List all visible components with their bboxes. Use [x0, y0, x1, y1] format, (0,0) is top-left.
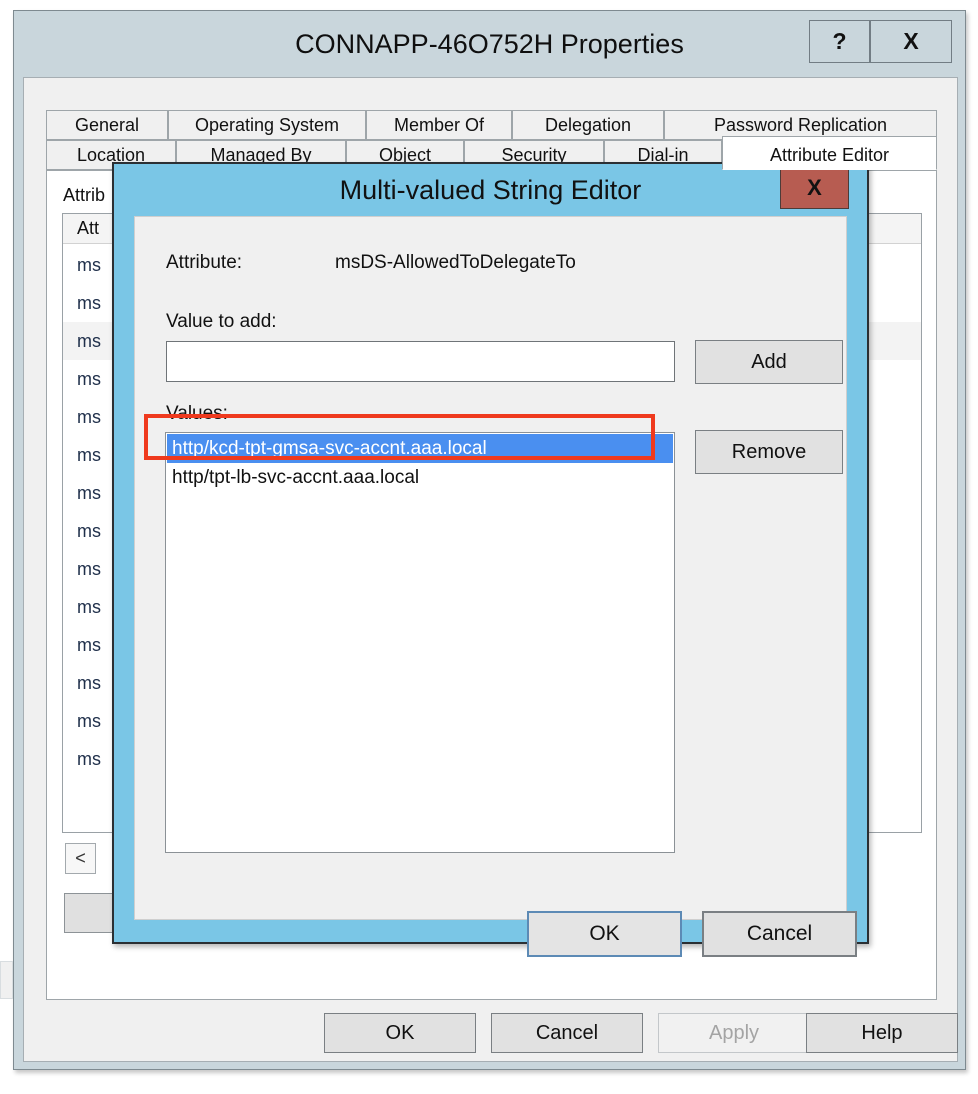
tab-operating-system[interactable]: Operating System — [168, 110, 366, 140]
attribute-label: Attribute: — [166, 252, 243, 273]
apply-button: Apply — [658, 1013, 810, 1053]
tab-strip: General Operating System Member Of Deleg… — [46, 110, 937, 170]
modal-cancel-button[interactable]: Cancel — [702, 911, 857, 957]
attributes-label: Attrib — [63, 185, 106, 205]
values-listbox[interactable]: http/kcd-tpt-gmsa-svc-accnt.aaa.local ht… — [165, 432, 675, 853]
modal-ok-button[interactable]: OK — [527, 911, 682, 957]
value-to-add-label: Value to add: — [166, 311, 277, 332]
attributes-column-header: Att — [77, 218, 100, 238]
modal-body: Attribute: msDS-AllowedToDelegateTo Valu… — [134, 216, 857, 957]
window-titlebar[interactable]: CONNAPP-46O752H Properties ? X — [14, 11, 965, 77]
scroll-left-icon[interactable]: < — [65, 843, 96, 874]
add-button[interactable]: Add — [695, 340, 843, 384]
modal-title: Multi-valued String Editor — [339, 175, 642, 205]
cancel-button[interactable]: Cancel — [491, 1013, 643, 1053]
attribute-name-value: msDS-AllowedToDelegateTo — [335, 252, 576, 273]
multi-valued-string-editor-dialog: Multi-valued String Editor X Attribute: … — [112, 162, 869, 957]
tab-general[interactable]: General — [46, 110, 168, 140]
tab-attribute-editor[interactable]: Attribute Editor — [722, 136, 937, 170]
ok-button[interactable]: OK — [324, 1013, 476, 1053]
modal-titlebar[interactable]: Multi-valued String Editor X — [114, 164, 867, 216]
remove-button[interactable]: Remove — [695, 430, 843, 474]
close-icon[interactable]: X — [870, 20, 952, 63]
list-item[interactable]: http/kcd-tpt-gmsa-svc-accnt.aaa.local — [167, 434, 673, 463]
help-button[interactable]: Help — [806, 1013, 958, 1053]
window-edge-notch — [0, 961, 13, 999]
tab-member-of[interactable]: Member Of — [366, 110, 512, 140]
tab-delegation[interactable]: Delegation — [512, 110, 664, 140]
help-icon[interactable]: ? — [809, 20, 870, 63]
dialog-button-bar: OK Cancel Apply Help — [24, 1013, 959, 1063]
values-label: Values: — [166, 403, 228, 424]
close-icon[interactable]: X — [780, 167, 849, 209]
value-to-add-input[interactable] — [166, 341, 675, 382]
list-item[interactable]: http/tpt-lb-svc-accnt.aaa.local — [167, 463, 673, 492]
